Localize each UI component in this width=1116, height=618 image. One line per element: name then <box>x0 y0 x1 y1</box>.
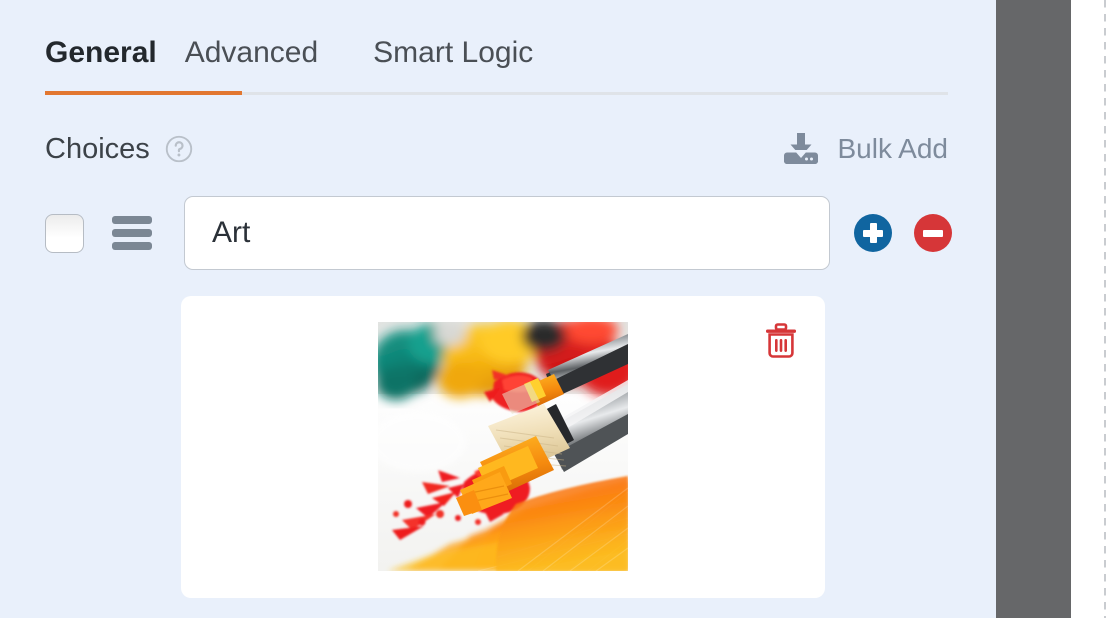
bulk-add-button[interactable]: Bulk Add <box>781 131 948 167</box>
right-gray-rail <box>996 0 1071 618</box>
field-options-panel: General Advanced Smart Logic Choices Bul… <box>0 0 996 618</box>
remove-choice-button[interactable] <box>914 214 952 252</box>
choice-image <box>378 322 628 571</box>
tab-smart-logic[interactable]: Smart Logic <box>373 36 560 86</box>
choice-label-input[interactable] <box>184 196 830 270</box>
trash-icon[interactable] <box>764 323 798 359</box>
choices-title-group: Choices <box>45 133 193 165</box>
add-choice-button[interactable] <box>854 214 892 252</box>
tab-smart-logic-label: Smart Logic <box>373 36 534 69</box>
choice-row <box>45 196 952 270</box>
dashed-divider <box>1104 0 1106 618</box>
choices-title: Choices <box>45 133 150 165</box>
paint-photo <box>378 322 628 571</box>
question-circle-icon[interactable] <box>165 135 193 163</box>
download-import-icon <box>784 133 819 164</box>
bulk-add-label: Bulk Add <box>837 133 948 164</box>
screen-root: General Advanced Smart Logic Choices Bul… <box>0 0 1116 618</box>
choice-image-card <box>181 296 825 598</box>
drag-handle-icon[interactable] <box>112 216 152 250</box>
tab-active-indicator <box>45 91 242 95</box>
right-white-rail <box>1071 0 1116 618</box>
tab-general-label: General <box>45 36 157 69</box>
tab-advanced[interactable]: Advanced <box>185 36 345 86</box>
settings-tabs: General Advanced Smart Logic <box>45 0 948 95</box>
tab-advanced-label: Advanced <box>184 36 319 69</box>
choice-default-checkbox[interactable] <box>45 213 84 253</box>
choices-header: Choices Bulk Add <box>45 126 948 172</box>
tab-general[interactable]: General <box>45 36 157 86</box>
